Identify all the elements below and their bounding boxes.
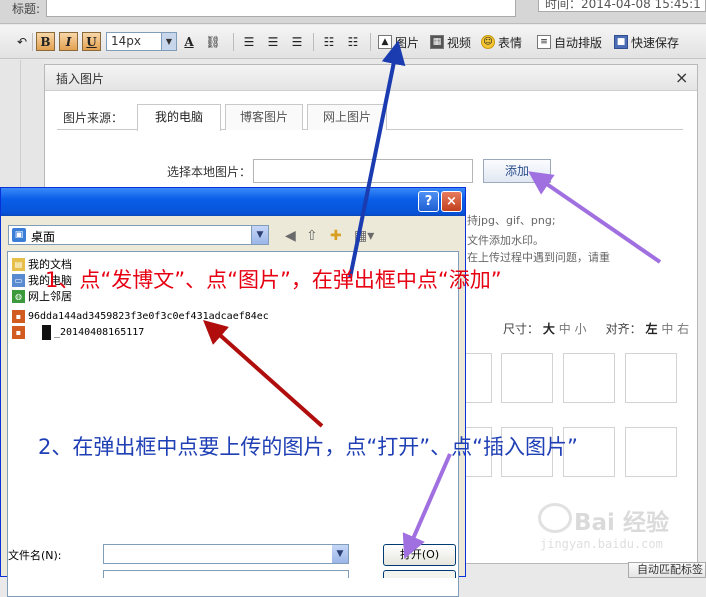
annotation-step-2: 2、在弹出框中点要上传的图片，点“打开”、点“插入图片” [38, 435, 578, 459]
arrow-to-image-button [348, 40, 406, 279]
watermark-url: jingyan.baidu.com [540, 537, 663, 551]
arrow-to-open-button [402, 453, 452, 559]
watermark-brand: Bai 经验 [574, 510, 669, 536]
baidu-jingyan-watermark: Bai 经验 jingyan.baidu.com [530, 497, 680, 557]
arrow-to-image-file [203, 320, 324, 428]
arrow-to-add-button [528, 171, 662, 264]
annotation-step-1: 1、点“发博文”、点“图片”，在弹出框中点“添加” [45, 268, 502, 292]
paw-icon [538, 503, 572, 533]
